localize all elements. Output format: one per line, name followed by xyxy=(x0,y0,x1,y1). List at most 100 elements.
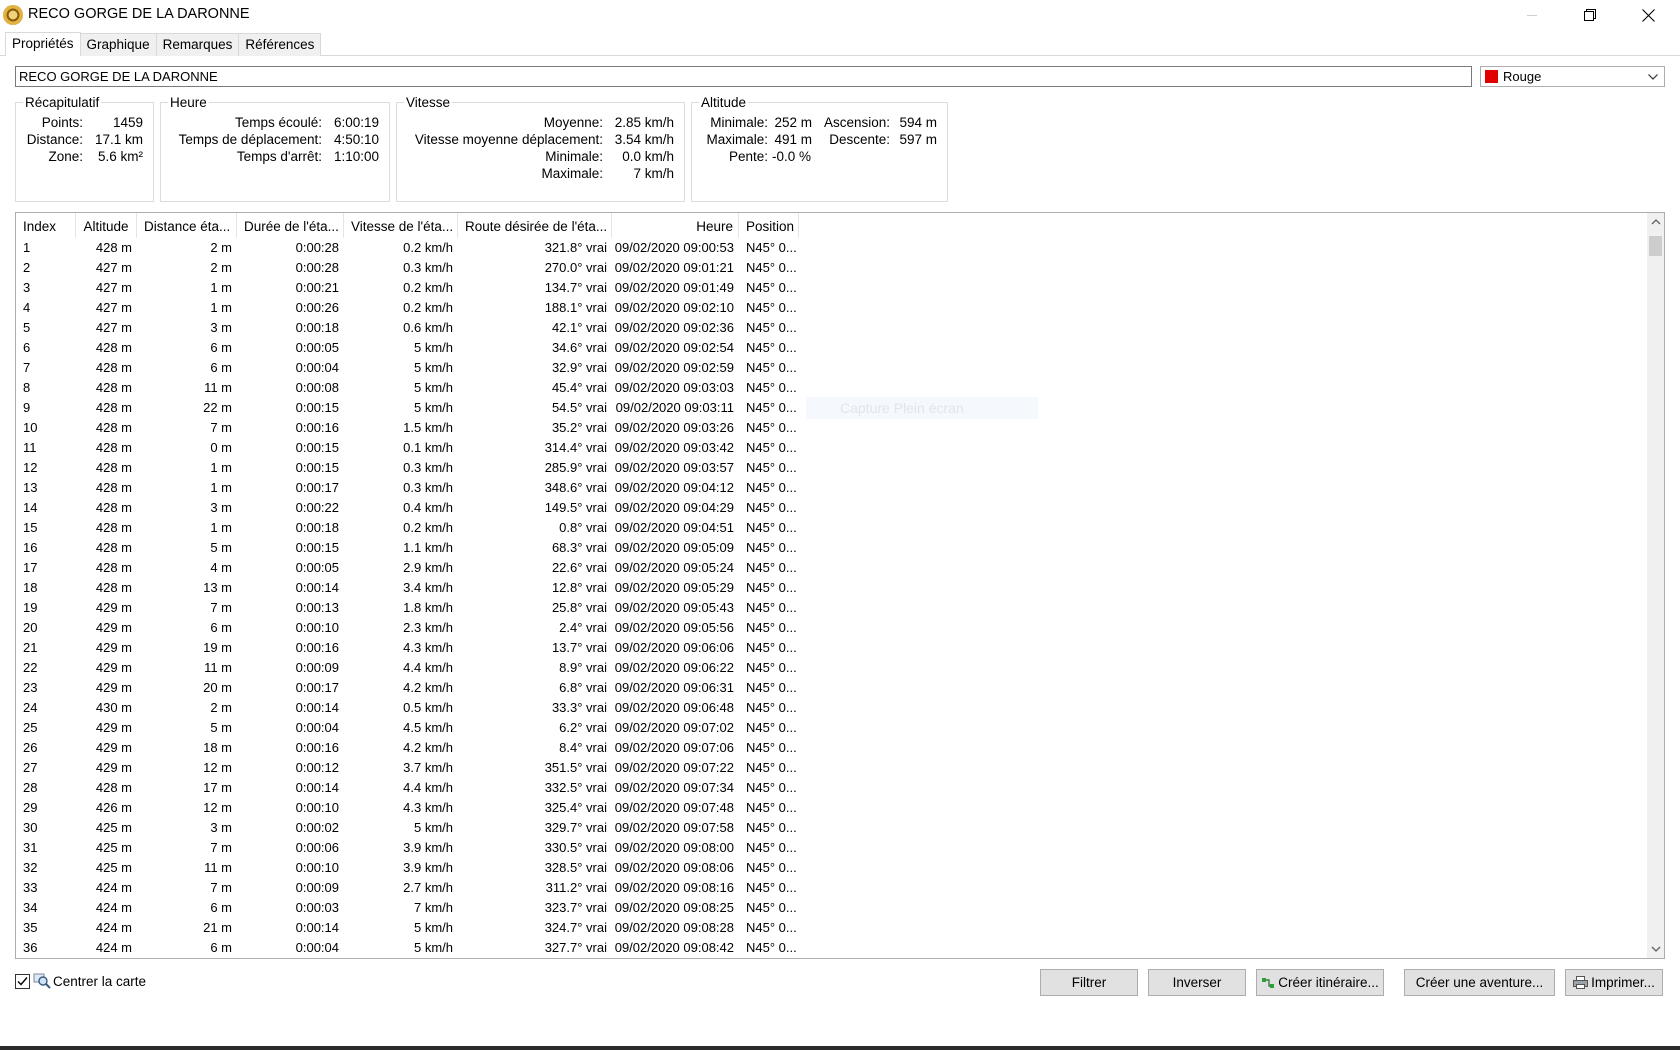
table-row[interactable]: 13 428 m 1 m 0:00:17 0.3 km/h 348.6° vrai 09/0… xyxy=(16,478,1648,498)
column-header-altitude[interactable]: Altitude xyxy=(76,213,137,238)
cell-altitude: 428 m xyxy=(95,480,132,495)
cell-speed: 3.4 km/h xyxy=(403,580,453,595)
altitude-title: Altitude xyxy=(699,95,749,110)
column-header-course[interactable]: Route désirée de l'éta... xyxy=(458,213,612,238)
cell-course: 324.7° vrai xyxy=(544,920,607,935)
cell-position: N45° 0... xyxy=(746,460,797,475)
cell-duration: 0:00:09 xyxy=(295,880,339,895)
table-row[interactable]: 12 428 m 1 m 0:00:15 0.3 km/h 285.9° vrai 09/0… xyxy=(16,458,1648,478)
table-row[interactable]: 15 428 m 1 m 0:00:18 0.2 km/h 0.8° vrai 09/02/… xyxy=(16,518,1648,538)
cell-altitude: 424 m xyxy=(95,880,132,895)
cell-course: 33.3° vrai xyxy=(551,700,607,715)
table-row[interactable]: 18 428 m 13 m 0:00:14 3.4 km/h 12.8° vrai 09/0… xyxy=(16,578,1648,598)
table-row[interactable]: 4 427 m 1 m 0:00:26 0.2 km/h 188.1° vrai 09/02… xyxy=(16,298,1648,318)
column-header-index[interactable]: Index xyxy=(16,213,76,238)
scroll-down-button[interactable] xyxy=(1647,941,1664,958)
restore-button[interactable] xyxy=(1561,0,1619,30)
cell-course: 25.8° vrai xyxy=(551,600,607,615)
table-row[interactable]: 5 427 m 3 m 0:00:18 0.6 km/h 42.1° vrai 09/02/… xyxy=(16,318,1648,338)
cell-course: 45.4° vrai xyxy=(551,380,607,395)
cell-distance: 7 m xyxy=(210,420,232,435)
column-header-position[interactable]: Position xyxy=(739,213,799,238)
table-row[interactable]: 25 429 m 5 m 0:00:04 4.5 km/h 6.2° vrai 09/02/… xyxy=(16,718,1648,738)
table-row[interactable]: 7 428 m 6 m 0:00:04 5 km/h 32.9° vrai 09/02/20… xyxy=(16,358,1648,378)
vertical-scrollbar[interactable] xyxy=(1647,213,1664,958)
table-row[interactable]: 27 429 m 12 m 0:00:12 3.7 km/h 351.5° vrai 09/… xyxy=(16,758,1648,778)
track-color-select[interactable]: Rouge xyxy=(1480,66,1665,87)
table-row[interactable]: 22 429 m 11 m 0:00:09 4.4 km/h 8.9° vrai 09/02… xyxy=(16,658,1648,678)
cell-duration: 0:00:10 xyxy=(295,800,339,815)
app-globe-icon xyxy=(3,5,23,25)
column-header-distance[interactable]: Distance éta... xyxy=(137,213,237,238)
tab-remarques[interactable]: Remarques xyxy=(155,33,240,56)
table-row[interactable]: 6 428 m 6 m 0:00:05 5 km/h 34.6° vrai 09/02/20… xyxy=(16,338,1648,358)
tab-references[interactable]: Références xyxy=(238,33,322,56)
tab-proprietes[interactable]: Propriétés xyxy=(5,32,81,56)
table-row[interactable]: 30 425 m 3 m 0:00:02 5 km/h 329.7° vrai 09/02/… xyxy=(16,818,1648,838)
cell-speed: 0.3 km/h xyxy=(403,460,453,475)
checkmark-icon xyxy=(17,977,28,986)
cell-index: 4 xyxy=(23,300,31,315)
table-row[interactable]: 1 428 m 2 m 0:00:28 0.2 km/h 321.8° vrai 09/02… xyxy=(16,238,1648,258)
table-row[interactable]: 34 424 m 6 m 0:00:03 7 km/h 323.7° vrai 09/02/… xyxy=(16,898,1648,918)
cell-speed: 5 km/h xyxy=(413,360,453,375)
cell-course: 2.4° vrai xyxy=(559,620,607,635)
create-route-button[interactable]: Créer itinéraire... xyxy=(1256,969,1384,996)
capture-tooltip: Capture Plein écran xyxy=(806,397,1038,419)
create-adventure-button[interactable]: Créer une aventure... xyxy=(1404,969,1555,996)
cell-index: 19 xyxy=(23,600,38,615)
track-name-input[interactable] xyxy=(15,66,1472,87)
cell-duration: 0:00:04 xyxy=(295,720,339,735)
table-row[interactable]: 31 425 m 7 m 0:00:06 3.9 km/h 330.5° vrai 09/0… xyxy=(16,838,1648,858)
center-map-checkbox[interactable] xyxy=(15,974,30,989)
table-row[interactable]: 35 424 m 21 m 0:00:14 5 km/h 324.7° vrai 09/02… xyxy=(16,918,1648,938)
table-row[interactable]: 36 424 m 6 m 0:00:04 5 km/h 327.7° vrai 09/02/… xyxy=(16,938,1648,958)
close-button[interactable] xyxy=(1619,0,1677,30)
table-row[interactable]: 16 428 m 5 m 0:00:15 1.1 km/h 68.3° vrai 09/02… xyxy=(16,538,1648,558)
cell-distance: 7 m xyxy=(210,600,232,615)
cell-time: 09/02/2020 09:03:57 xyxy=(614,460,734,475)
table-row[interactable]: 28 428 m 17 m 0:00:14 4.4 km/h 332.5° vrai 09/… xyxy=(16,778,1648,798)
table-row[interactable]: 26 429 m 18 m 0:00:16 4.2 km/h 8.4° vrai 09/02… xyxy=(16,738,1648,758)
moving-time-label: Temps de déplacement: xyxy=(178,132,322,147)
cell-index: 32 xyxy=(23,860,38,875)
table-row[interactable]: 19 429 m 7 m 0:00:13 1.8 km/h 25.8° vrai 09/02… xyxy=(16,598,1648,618)
table-row[interactable]: 24 430 m 2 m 0:00:14 0.5 km/h 33.3° vrai 09/02… xyxy=(16,698,1648,718)
table-row[interactable]: 20 429 m 6 m 0:00:10 2.3 km/h 2.4° vrai 09/02/… xyxy=(16,618,1648,638)
table-row[interactable]: 29 426 m 12 m 0:00:10 4.3 km/h 325.4° vrai 09/… xyxy=(16,798,1648,818)
cell-distance: 11 m xyxy=(204,660,232,675)
table-row[interactable]: 21 429 m 19 m 0:00:16 4.3 km/h 13.7° vrai 09/0… xyxy=(16,638,1648,658)
cell-distance: 3 m xyxy=(210,500,232,515)
table-row[interactable]: 10 428 m 7 m 0:00:16 1.5 km/h 35.2° vrai 09/02… xyxy=(16,418,1648,438)
cell-time: 09/02/2020 09:06:48 xyxy=(614,700,734,715)
table-row[interactable]: 33 424 m 7 m 0:00:09 2.7 km/h 311.2° vrai 09/0… xyxy=(16,878,1648,898)
column-header-time[interactable]: Heure xyxy=(612,213,739,238)
table-row[interactable]: 3 427 m 1 m 0:00:21 0.2 km/h 134.7° vrai 09/02… xyxy=(16,278,1648,298)
cell-index: 22 xyxy=(23,660,38,675)
print-button[interactable]: Imprimer... xyxy=(1565,969,1663,996)
minimize-button[interactable] xyxy=(1503,0,1561,30)
table-row[interactable]: 11 428 m 0 m 0:00:15 0.1 km/h 314.4° vrai 09/0… xyxy=(16,438,1648,458)
cell-altitude: 429 m xyxy=(95,720,132,735)
restore-icon xyxy=(1584,9,1596,21)
table-row[interactable]: 32 425 m 11 m 0:00:10 3.9 km/h 328.5° vrai 09/… xyxy=(16,858,1648,878)
cell-duration: 0:00:21 xyxy=(295,280,339,295)
scroll-thumb[interactable] xyxy=(1649,236,1662,256)
points-value: 1459 xyxy=(112,115,143,130)
filter-button[interactable]: Filtrer xyxy=(1040,969,1138,996)
table-row[interactable]: 17 428 m 4 m 0:00:05 2.9 km/h 22.6° vrai 09/02… xyxy=(16,558,1648,578)
tab-graphique[interactable]: Graphique xyxy=(79,33,157,56)
cell-index: 21 xyxy=(23,640,38,655)
cell-distance: 22 m xyxy=(203,400,232,415)
cell-distance: 1 m xyxy=(210,460,232,475)
cell-altitude: 426 m xyxy=(95,800,132,815)
invert-button[interactable]: Inverser xyxy=(1148,969,1246,996)
table-row[interactable]: 14 428 m 3 m 0:00:22 0.4 km/h 149.5° vrai 09/0… xyxy=(16,498,1648,518)
create-route-label: Créer itinéraire... xyxy=(1278,975,1379,990)
table-row[interactable]: 2 427 m 2 m 0:00:28 0.3 km/h 270.0° vrai 09/02… xyxy=(16,258,1648,278)
column-header-duration[interactable]: Durée de l'éta... xyxy=(237,213,344,238)
table-row[interactable]: 23 429 m 20 m 0:00:17 4.2 km/h 6.8° vrai 09/02… xyxy=(16,678,1648,698)
table-row[interactable]: 8 428 m 11 m 0:00:08 5 km/h 45.4° vrai 09/02/2… xyxy=(16,378,1648,398)
scroll-up-button[interactable] xyxy=(1647,213,1664,230)
column-header-speed[interactable]: Vitesse de l'éta... xyxy=(344,213,458,238)
